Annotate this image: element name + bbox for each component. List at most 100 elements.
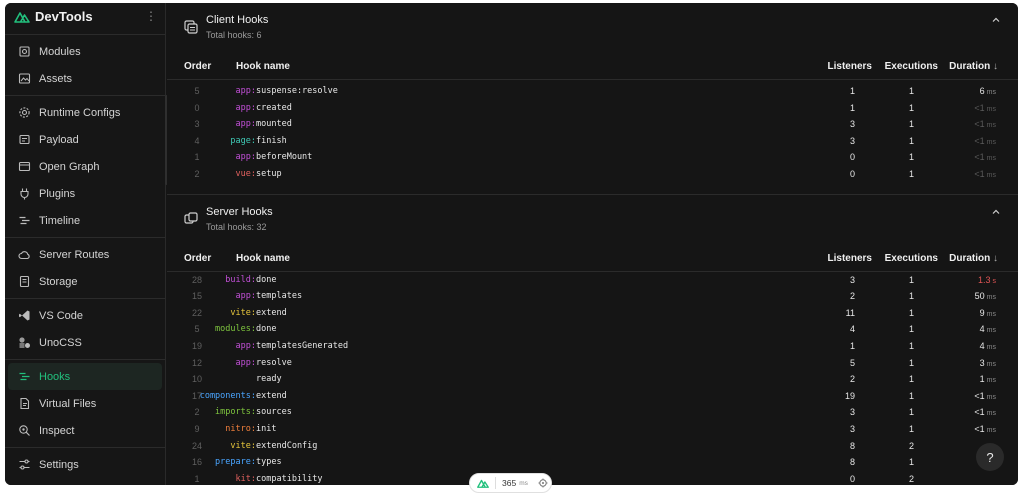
hook-name: templates bbox=[256, 291, 303, 302]
duration-value: 3 bbox=[979, 357, 985, 368]
client-hooks-section: Client Hooks Total hooks: 6 Order Hook n… bbox=[167, 3, 1018, 195]
col-listeners[interactable]: Listeners bbox=[828, 53, 872, 80]
table-row[interactable]: 24vite:extendConfig82< bbox=[167, 438, 1018, 455]
col-duration[interactable]: Duration ↓ bbox=[949, 245, 998, 272]
hook-executions: 1 bbox=[908, 135, 914, 146]
hook-executions: 1 bbox=[908, 307, 914, 318]
sidebar-item-plugins[interactable]: Plugins bbox=[8, 180, 162, 207]
col-executions[interactable]: Executions bbox=[885, 245, 938, 272]
sidebar-divider bbox=[5, 237, 165, 238]
table-row[interactable]: 5 app: suspense:resolve 1 1 6 ms bbox=[167, 83, 1018, 100]
col-hook-name[interactable]: Hook name bbox=[236, 53, 290, 80]
hook-order: 1 bbox=[194, 152, 200, 163]
table-row[interactable]: 9 nitro: init 3 1 <1 ms bbox=[167, 421, 1018, 438]
sidebar-item-label: VS Code bbox=[39, 309, 84, 322]
duration-unit: ms bbox=[986, 294, 996, 302]
col-order[interactable]: Order bbox=[184, 245, 211, 272]
table-row[interactable]: 28 build: done 3 1 1.3 s bbox=[167, 272, 1018, 289]
sidebar-item-open-graph[interactable]: Open Graph bbox=[8, 153, 162, 180]
hook-prefix: vite: bbox=[230, 307, 256, 318]
server-hooks-title: Server Hooks bbox=[206, 205, 273, 218]
hook-listeners: 2 bbox=[849, 291, 855, 302]
file-icon bbox=[20, 397, 30, 410]
sidebar-item-payload[interactable]: Payload bbox=[8, 126, 162, 153]
table-row[interactable]: 15 app: templates 2 1 50 ms bbox=[167, 288, 1018, 305]
table-row[interactable]: 1 app: beforeMount 0 1 <1 ms bbox=[167, 149, 1018, 166]
sidebar-item-hooks[interactable]: Hooks bbox=[8, 363, 162, 390]
sidebar-divider bbox=[5, 298, 165, 299]
hook-prefix: app: bbox=[235, 119, 256, 130]
sidebar-item-storage[interactable]: Storage bbox=[8, 268, 162, 295]
sidebar-item-label: Server Routes bbox=[39, 248, 110, 261]
hook-prefix: modules: bbox=[215, 324, 256, 335]
sidebar-item-label: Plugins bbox=[39, 187, 76, 200]
sidebar-item-timeline[interactable]: Timeline bbox=[8, 207, 162, 234]
sidebar-item-runtime-configs[interactable]: Runtime Configs bbox=[8, 99, 162, 126]
table-row[interactable]: 2 vue: setup 0 1 <1 ms bbox=[167, 166, 1018, 183]
target-icon[interactable] bbox=[538, 478, 548, 488]
duration-value: 1 bbox=[979, 374, 985, 385]
hook-listeners: 3 bbox=[849, 135, 855, 146]
table-row[interactable]: 5 modules: done 4 1 4 ms bbox=[167, 321, 1018, 338]
server-hooks-total: Total hooks: 32 bbox=[206, 221, 267, 232]
hook-order: 24 bbox=[191, 440, 202, 451]
hook-prefix: app: bbox=[235, 86, 256, 96]
table-row[interactable]: 4 page: finish 3 1 <1 ms bbox=[167, 133, 1018, 150]
server-hooks-section: Server Hooks Total hooks: 32 Order Hook … bbox=[167, 195, 1018, 485]
sidebar-item-label: Payload bbox=[39, 133, 79, 146]
sidebar-item-virtual-files[interactable]: Virtual Files bbox=[8, 390, 162, 417]
table-row[interactable]: 19 app: templatesGenerated 1 1 4 ms bbox=[167, 338, 1018, 355]
sidebar-item-server-routes[interactable]: Server Routes bbox=[8, 241, 162, 268]
sidebar-item-label: UnoCSS bbox=[39, 336, 82, 349]
duration-value: <1 bbox=[974, 390, 985, 401]
hook-executions: 1 bbox=[908, 407, 914, 418]
render-stats-pill[interactable]: 365 ms bbox=[469, 473, 552, 493]
collapse-chevron-up-icon[interactable] bbox=[991, 15, 1001, 25]
sidebar-item-unocss[interactable]: UnoCSS bbox=[8, 329, 162, 356]
help-button[interactable]: ? bbox=[976, 443, 1004, 471]
unocss-icon bbox=[19, 337, 30, 348]
table-row[interactable]: 0 app: created 1 1 <1 ms bbox=[167, 100, 1018, 117]
table-row[interactable]: 17 components: extend 19 1 <1 ms bbox=[167, 388, 1018, 405]
hook-executions: 1 bbox=[908, 102, 914, 113]
sidebar-item-modules[interactable]: Modules bbox=[8, 38, 162, 65]
app-name: DevTools bbox=[35, 9, 93, 24]
hook-order: 9 bbox=[194, 423, 200, 434]
sidebar-item-label: Hooks bbox=[39, 370, 71, 383]
brand: DevTools bbox=[5, 3, 165, 30]
col-duration[interactable]: Duration ↓ bbox=[949, 53, 998, 80]
hook-name: done bbox=[256, 274, 277, 285]
nuxt-logo-icon bbox=[477, 479, 489, 488]
sidebar-item-vs-code[interactable]: VS Code bbox=[8, 302, 162, 329]
col-executions[interactable]: Executions bbox=[885, 53, 938, 80]
hook-duration bbox=[994, 471, 996, 485]
table-row[interactable]: 12 app: resolve 5 1 3 ms bbox=[167, 355, 1018, 372]
table-row[interactable]: 2 imports: sources 3 1 <1 ms bbox=[167, 404, 1018, 421]
hook-prefix: app: bbox=[235, 291, 256, 302]
table-row[interactable]: 22 vite: extend 11 1 9 ms bbox=[167, 305, 1018, 322]
hook-name: suspense:resolve bbox=[256, 86, 338, 96]
client-hooks-header[interactable]: Client Hooks Total hooks: 6 bbox=[167, 3, 1018, 53]
sidebar-item-inspect[interactable]: Inspect bbox=[8, 417, 162, 444]
hook-order: 3 bbox=[194, 119, 200, 130]
duration-value: <1 bbox=[974, 423, 985, 434]
collapse-chevron-up-icon[interactable] bbox=[991, 207, 1001, 217]
col-order[interactable]: Order bbox=[184, 53, 211, 80]
server-hooks-header[interactable]: Server Hooks Total hooks: 32 bbox=[167, 195, 1018, 245]
sidebar-item-assets[interactable]: Assets bbox=[8, 65, 162, 92]
table-row[interactable]: 3 app: mounted 3 1 <1 ms bbox=[167, 116, 1018, 133]
hook-executions: 1 bbox=[908, 119, 914, 130]
table-row[interactable]: 16 prepare: types 8 1 bbox=[167, 454, 1018, 471]
table-row[interactable]: 10 ready 2 1 1 ms bbox=[167, 371, 1018, 388]
col-listeners[interactable]: Listeners bbox=[828, 245, 872, 272]
hook-prefix: app: bbox=[235, 340, 256, 351]
col-hook-name[interactable]: Hook name bbox=[236, 245, 290, 272]
hook-listeners: 1 bbox=[849, 340, 855, 351]
hook-name: extend bbox=[256, 390, 287, 401]
sidebar-item-label: Assets bbox=[39, 72, 73, 85]
sidebar-item-settings[interactable]: Settings bbox=[8, 451, 162, 478]
more-menu-icon[interactable]: ⋮ bbox=[145, 10, 157, 22]
hook-listeners: 0 bbox=[849, 168, 855, 179]
hook-listeners: 0 bbox=[849, 152, 855, 163]
table-row[interactable]: 1 kit: compatibility 0 2 bbox=[167, 471, 1018, 485]
